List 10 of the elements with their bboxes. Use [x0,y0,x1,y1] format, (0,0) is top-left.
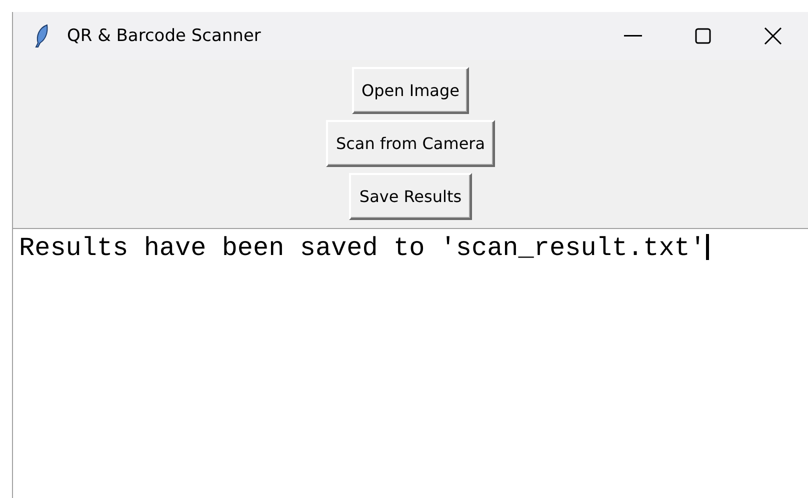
minimize-icon[interactable] [624,35,642,37]
action-button[interactable]: Save Results [349,173,472,220]
action-button[interactable]: Open Image [352,67,470,114]
window-title: QR & Barcode Scanner [67,26,262,46]
maximize-icon[interactable] [695,28,711,44]
feather-icon [35,24,49,48]
action-button[interactable]: Scan from Camera [326,120,496,167]
close-icon[interactable] [764,27,782,45]
result-text: Results have been saved to 'scan_result.txt' [19,233,706,263]
output-text-area[interactable]: Results have been saved to 'scan_result.txt' [13,229,808,498]
